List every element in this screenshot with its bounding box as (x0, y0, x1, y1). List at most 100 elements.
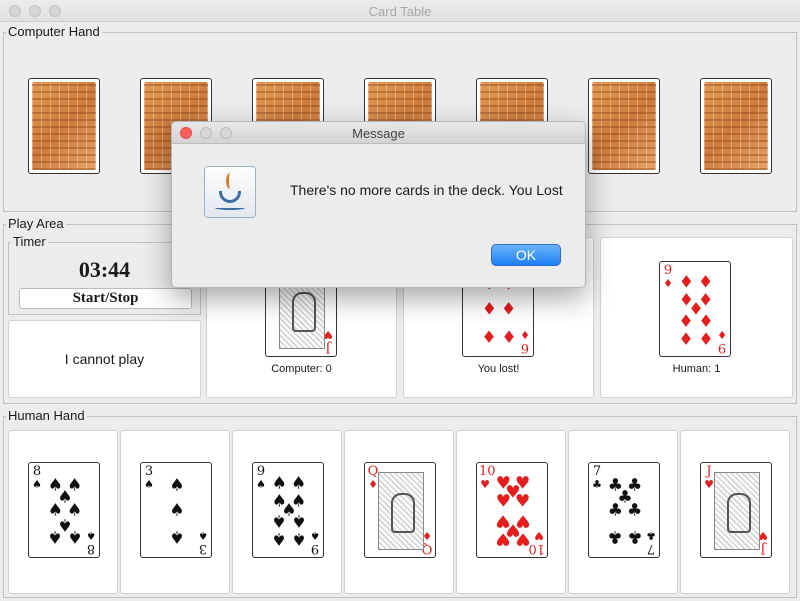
card-pip-icon: ♠ (290, 528, 307, 549)
face-down-card (588, 78, 660, 174)
card-corner-index: 9 ♦ (662, 264, 674, 290)
playing-card[interactable]: 9 ♦ 9 ♦ ♦ ♦ ♦ ♦ ♦ ♦ ♦ ♦ ♦ (659, 261, 731, 357)
card-corner-index: 3 ♠ (143, 465, 155, 491)
human-hand-label: Human Hand (6, 408, 87, 424)
result-label: You lost! (477, 363, 520, 375)
playing-card[interactable]: 7 ♣ 7 ♣ ♣ ♣ ♣ ♣ ♣ ♣ ♣ (588, 462, 660, 558)
card-rank: 9 (310, 541, 320, 556)
dialog-titlebar: Message (172, 122, 585, 144)
window-title: Card Table (368, 4, 432, 19)
card-pip-icon: ♣ (607, 500, 624, 521)
card-corner-index: 7 ♣ (591, 465, 603, 491)
card-pip-icon: ♠ (47, 526, 64, 547)
card-rank: J (760, 541, 766, 556)
card-pip-icon: ♦ (481, 299, 498, 320)
card-suit-icon: ♥ (534, 529, 544, 542)
card-pip-icon: ♣ (607, 526, 624, 547)
card-corner-index: 9 ♠ (255, 465, 267, 491)
playing-card[interactable]: 9 ♠ 9 ♠ ♠ ♠ ♠ ♠ ♠ ♠ ♠ ♠ ♠ (252, 462, 324, 558)
card-suit-icon: ♠ (310, 529, 320, 542)
card-pip-icon: ♥ (514, 491, 531, 512)
card-rank: 3 (144, 464, 154, 479)
card-pip-icon: ♦ (697, 309, 714, 330)
card-corner-index: 7 ♣ (645, 529, 657, 556)
card-rank: 9 (717, 340, 727, 355)
computer-hand-label: Computer Hand (6, 24, 102, 40)
cannot-play-button[interactable]: I cannot play (8, 320, 201, 398)
dialog-message: There's no more cards in the deck. You L… (290, 182, 563, 198)
card-pip-icon: ♣ (626, 500, 643, 521)
window-titlebar: Card Table (0, 0, 800, 22)
java-coffee-cup-icon (204, 166, 256, 218)
card-rank: 8 (32, 464, 42, 479)
playing-card[interactable]: 8 ♠ 8 ♠ ♠ ♠ ♠ ♠ ♠ ♠ ♠ ♠ (28, 462, 100, 558)
card-suit-icon: ♦ (717, 328, 727, 341)
card-pip-icon: ♦ (500, 325, 517, 346)
card-rank: J (325, 340, 331, 355)
card-rank: 8 (86, 541, 96, 556)
card-suit-icon: ♣ (646, 529, 656, 542)
card-pip-icon: ♥ (495, 491, 512, 512)
card-pip-icon: ♦ (678, 327, 695, 348)
card-suit-icon: ♣ (592, 478, 602, 491)
card-back-pattern (32, 82, 96, 170)
card-corner-index: 9 ♠ (309, 529, 321, 556)
card-pip-icon: ♠ (66, 526, 83, 547)
card-corner-index: 8 ♠ (85, 529, 97, 556)
playing-card[interactable]: Q ♦ Q ♦ (364, 462, 436, 558)
face-down-card (700, 78, 772, 174)
card-rank: 7 (592, 464, 602, 479)
card-corner-index: 6♦ (519, 328, 531, 355)
card-pip-icon: ♣ (626, 526, 643, 547)
playing-card[interactable]: 10 ♥ 10 ♥ ♥ ♥ ♥ ♥ ♥ ♥ ♥ ♥ ♥ ♥ (476, 462, 548, 558)
card-pip-icon: ♥ (495, 528, 512, 549)
face-card-portrait-icon (714, 472, 760, 550)
start-stop-button[interactable]: Start/Stop (19, 288, 192, 309)
card-corner-index: 10 ♥ (479, 465, 496, 491)
card-suit-icon: ♠ (32, 478, 42, 491)
card-back-pattern (704, 82, 768, 170)
card-pip-icon: ♦ (697, 327, 714, 348)
card-back-pattern (592, 82, 656, 170)
card-corner-index: 9 ♦ (716, 328, 728, 355)
card-suit-icon: ♦ (520, 328, 530, 341)
card-rank: 7 (646, 541, 656, 556)
card-suit-icon: ♥ (480, 478, 490, 491)
timer-label: Timer (11, 234, 48, 250)
card-pip-icon: ♥ (514, 528, 531, 549)
card-pip-icon: ♦ (481, 325, 498, 346)
card-suit-icon: ♠ (198, 529, 208, 542)
face-card-portrait-icon (378, 472, 424, 550)
card-pip-icon: ♦ (678, 272, 695, 293)
card-pip-icon: ♦ (500, 299, 517, 320)
card-pip-icon: ♦ (697, 272, 714, 293)
card-pip-icon: ♠ (169, 526, 185, 547)
card-corner-index: 10 ♥ (528, 529, 545, 556)
card-corner-index: 8 ♠ (31, 465, 43, 491)
card-pip-icon: ♦ (678, 309, 695, 330)
card-suit-icon: ♦ (663, 277, 673, 290)
card-pip-icon: ♠ (271, 528, 288, 549)
ok-button[interactable]: OK (491, 244, 561, 266)
card-pip-icon: ♠ (271, 473, 288, 494)
card-rank: 9 (663, 263, 673, 278)
message-dialog: Message There's no more cards in the dec… (171, 121, 586, 288)
computer-score-label: Computer: 0 (271, 363, 332, 375)
card-pip-icon: ♠ (271, 510, 288, 531)
card-rank: J (706, 464, 712, 479)
card-rank: 9 (256, 464, 266, 479)
card-suit-icon: ♠ (256, 478, 266, 491)
card-pip-icon: ♠ (169, 500, 185, 521)
playing-card[interactable]: J♥J♥ (700, 462, 772, 558)
card-rank: Q (367, 464, 379, 479)
card-rank: 3 (198, 541, 208, 556)
card-suit-icon: ♠ (144, 478, 154, 491)
human-score-label: Human: 1 (672, 363, 721, 375)
playing-card[interactable]: 3 ♠ 3 ♠ ♠ ♠ ♠ (140, 462, 212, 558)
card-pip-icon: ♠ (290, 473, 307, 494)
card-pip-icon: ♠ (169, 475, 185, 496)
card-rank: 10 (479, 464, 496, 479)
play-area-label: Play Area (6, 216, 66, 232)
card-corner-index: 3 ♠ (197, 529, 209, 556)
dialog-title: Message (352, 126, 405, 141)
